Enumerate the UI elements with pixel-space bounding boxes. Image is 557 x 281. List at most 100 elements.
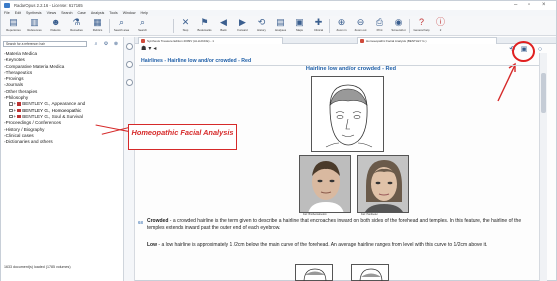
- references-icon: ▥: [30, 17, 39, 27]
- analyses-icon: ▤: [276, 17, 285, 27]
- info-icon: ⓘ: [436, 17, 446, 27]
- search-button[interactable]: ⌕ Search: [133, 17, 152, 35]
- tab-synthesis[interactable]: Synthesis Treasure Edition 2009V (ALLIAN…: [138, 37, 283, 44]
- menu-search[interactable]: Search: [61, 11, 72, 15]
- close-button[interactable]: ×: [542, 1, 546, 10]
- home-icon[interactable]: ☗: [141, 46, 146, 52]
- vertical-scrollbar[interactable]: [539, 53, 547, 281]
- info-button[interactable]: ⓘ 2: [431, 17, 450, 35]
- rubrics-icon: ▦: [93, 17, 102, 27]
- face-photo-woman: [357, 155, 409, 213]
- app-window: RadarOpus 2.2.16 - License: 617165 – ▫ ×…: [0, 0, 557, 281]
- back-icon[interactable]: ◂: [153, 46, 156, 52]
- clear-search-icon[interactable]: ⊗: [113, 41, 119, 47]
- menu-file[interactable]: File: [4, 11, 10, 15]
- rubrics-button[interactable]: ▦ Rubrics: [88, 17, 107, 35]
- caption-woman: Fair: Hardtteder: [361, 213, 378, 216]
- forward-icon: ▶: [239, 17, 246, 27]
- checkbox[interactable]: [9, 114, 13, 119]
- screenshot-button[interactable]: ◉ Screenshot: [389, 17, 408, 35]
- tab-facial-analysis[interactable]: Homoeopathic Facial Analysis (BENTLEY G.…: [357, 37, 497, 44]
- menu-window[interactable]: Window: [123, 11, 136, 15]
- tree-item-dictionaries[interactable]: ◦Dictionaries and others: [4, 139, 122, 145]
- menu-analysis[interactable]: Analysis: [91, 11, 104, 15]
- back-icon: ◀: [220, 17, 227, 27]
- book-icon: [17, 102, 22, 106]
- face-diagram-small: [295, 264, 333, 281]
- scrollbar-thumb[interactable]: [541, 73, 546, 113]
- topic-path: Hairlines - Hairline low and/or crowded …: [141, 58, 252, 64]
- clinical-button[interactable]: ✚ Clinical: [309, 17, 328, 35]
- search-placeholder: Search for a reference:: [6, 42, 39, 46]
- document-toolbar: ☗ ▾ ◂: [141, 46, 201, 53]
- history-button[interactable]: ⟲ History: [252, 17, 271, 35]
- bookmarks-button[interactable]: ⚑ Bookmarks: [195, 17, 214, 35]
- stop-icon: ✕: [181, 17, 190, 27]
- caption-man: Fair: Brotherstahedom: [303, 213, 327, 216]
- maximize-button[interactable]: ▫: [528, 1, 530, 10]
- menu-case[interactable]: Case: [78, 11, 86, 15]
- pane-toggle-icon[interactable]: [126, 43, 133, 50]
- search-icon: ⌕: [139, 17, 146, 27]
- low-definition: - a low hairline is approximately 1 /2cm…: [157, 242, 488, 248]
- face-diagram-small: [351, 264, 389, 281]
- checkbox[interactable]: [9, 102, 13, 106]
- annotation-callout: Homeopathic Facial Analysis: [128, 124, 237, 150]
- document-tabs: Synthesis Treasure Edition 2009V (ALLIAN…: [135, 37, 556, 44]
- paragraph-crowded: Crowded - a crowded hairline is the term…: [147, 218, 537, 233]
- menu-tools[interactable]: Tools: [109, 11, 117, 15]
- pane-toggle-icon[interactable]: [126, 79, 133, 86]
- search-area-icon: ⌕: [118, 17, 125, 27]
- help-icon: ?: [418, 17, 424, 27]
- repertories-button[interactable]: ▤ Repertories: [4, 17, 23, 35]
- general-help-button[interactable]: ? General help: [412, 17, 431, 35]
- menu-views[interactable]: Views: [47, 11, 57, 15]
- references-sidebar: Search for a reference: hair ⌕ ⚙ ⊗ ◦Mate…: [1, 37, 124, 281]
- remedies-icon: ⚗: [72, 17, 81, 27]
- patients-button[interactable]: ☻ Patients: [46, 17, 65, 35]
- menu-edit[interactable]: Edit: [15, 11, 21, 15]
- pane-toggle-icon[interactable]: [126, 61, 133, 68]
- search-area-button[interactable]: ⌕ Search area: [112, 17, 131, 35]
- references-button[interactable]: ▥ References: [25, 17, 44, 35]
- title-bar: RadarOpus 2.2.16 - License: 617165 – ▫ ×: [1, 1, 556, 10]
- document-count: 1633 document(s) loaded (1785 volumes): [4, 265, 71, 269]
- menu-synthesis[interactable]: Synthesis: [26, 11, 42, 15]
- print-button[interactable]: ⎙ Print: [370, 17, 389, 35]
- repertories-icon: ▤: [9, 17, 18, 27]
- face-diagram: [311, 76, 384, 152]
- reference-search-input[interactable]: Search for a reference: hair: [3, 41, 87, 47]
- minimize-button[interactable]: –: [514, 1, 517, 10]
- back-button[interactable]: ◀ Back: [214, 17, 233, 35]
- settings-icon[interactable]: ⚙: [103, 41, 109, 47]
- maps-button[interactable]: ▣ Maps: [290, 17, 309, 35]
- clinical-icon: ✚: [314, 17, 323, 27]
- paragraph-number: 68: [138, 220, 143, 225]
- side-strip: [124, 37, 135, 281]
- book-icon: [17, 108, 22, 113]
- stop-button[interactable]: ✕ Stop: [176, 17, 195, 35]
- checkbox[interactable]: [9, 108, 13, 113]
- analyses-button[interactable]: ▤ Analyses: [271, 17, 290, 35]
- highlight-circle: [512, 41, 535, 62]
- search-go-icon[interactable]: ⌕: [93, 41, 99, 47]
- main-toolbar: ▤ Repertories ▥ References ☻ Patients ⚗ Reme…: [1, 16, 556, 36]
- window-title: RadarOpus 2.2.16 - License: 617165: [14, 3, 83, 8]
- zoom-out-button[interactable]: ⊖ Zoom out: [351, 17, 370, 35]
- zoom-in-button[interactable]: ⊕ Zoom in: [332, 17, 351, 35]
- face-drawing: [325, 84, 373, 148]
- tab-icon: [360, 39, 364, 43]
- term-crowded: Crowded: [147, 218, 169, 224]
- face-drawing-small: [303, 268, 327, 281]
- search-value: hair: [39, 42, 45, 46]
- term-low: Low: [147, 242, 157, 248]
- face-drawing-small: [359, 268, 383, 281]
- face-photo-man: [299, 155, 351, 213]
- remedies-button[interactable]: ⚗ Remedies: [67, 17, 86, 35]
- forward-button[interactable]: ▶ Forward: [233, 17, 252, 35]
- section-heading: Hairline low and/or crowded - Red: [305, 66, 397, 72]
- menu-help[interactable]: Help: [140, 11, 147, 15]
- maps-icon: ▣: [295, 17, 304, 27]
- dropdown-icon[interactable]: ▾: [148, 46, 151, 52]
- screenshot-icon: ◉: [394, 17, 403, 27]
